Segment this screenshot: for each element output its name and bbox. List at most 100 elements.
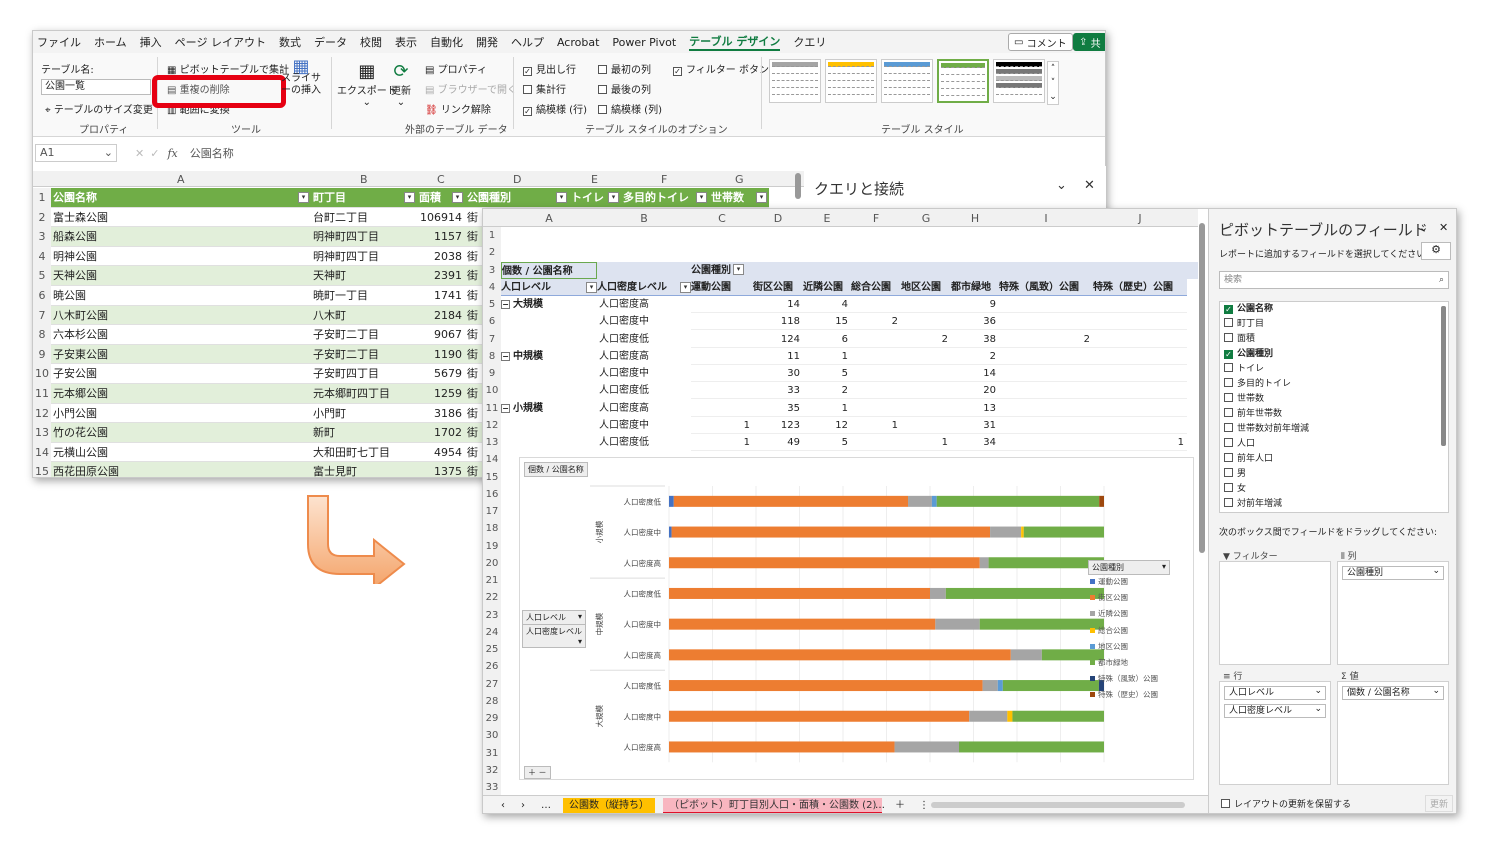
row-header[interactable]: 1 — [33, 188, 51, 208]
sheet-tab-2[interactable]: （ピボット）町丁目別人口・面積・公園数 (2) — [663, 798, 883, 813]
column-header[interactable]: B — [360, 173, 368, 186]
close-icon[interactable]: ✕ — [1084, 178, 1095, 193]
table-cell[interactable]: 3186 — [417, 404, 465, 424]
pivot-row-group[interactable]: − 中規模 — [501, 348, 597, 365]
pivot-row-label[interactable]: 人口密度中 — [597, 313, 691, 330]
pivot-value-cell[interactable]: 2 — [951, 348, 999, 365]
first-column-checkbox[interactable]: 最初の列 — [598, 61, 651, 76]
filter-dropdown-icon[interactable]: ▾ — [556, 192, 567, 203]
table-header-cell[interactable]: 公園種別 ▾ — [465, 188, 569, 208]
table-cell[interactable]: 西花田原公園 — [51, 462, 311, 477]
filter-area[interactable] — [1219, 561, 1331, 665]
pivot-value-cell[interactable] — [999, 417, 1093, 434]
filter-dropdown-icon[interactable]: ▾ — [452, 192, 463, 203]
row-header[interactable]: 27 — [483, 675, 501, 693]
pivot-value-cell[interactable] — [901, 296, 951, 313]
pivot-value-cell[interactable] — [901, 313, 951, 331]
field-checkbox[interactable] — [1224, 318, 1233, 327]
table-cell[interactable]: 2184 — [417, 305, 465, 326]
column-header[interactable]: F — [851, 212, 901, 225]
table-cell[interactable]: 元本郷町四丁目 — [311, 384, 417, 404]
table-cell[interactable]: 八木町 — [311, 305, 417, 326]
column-header[interactable]: H — [951, 212, 999, 225]
row-header[interactable]: 32 — [483, 761, 501, 779]
add-sheet-icon[interactable]: ＋ — [889, 798, 911, 813]
pivot-value-cell[interactable]: 6 — [803, 331, 851, 348]
table-cell[interactable]: 1157 — [417, 227, 465, 247]
row-header[interactable]: 4 — [483, 278, 501, 296]
scrollbar-thumb[interactable] — [795, 173, 801, 199]
pivot-value-cell[interactable] — [691, 348, 753, 365]
table-cell[interactable]: 4954 — [417, 443, 465, 463]
pivot-row-group[interactable]: − 大規模 — [501, 296, 597, 313]
column-header[interactable]: F — [661, 173, 667, 186]
filter-dropdown-icon[interactable]: ▾ — [608, 192, 619, 203]
pivot-row-label[interactable]: 人口密度低 — [597, 331, 691, 348]
pivot-summarize-button[interactable]: ▦ ピボットテーブルで集計 — [167, 61, 289, 76]
filter-dropdown-icon[interactable]: ▾ — [696, 192, 707, 203]
pivot-value-cell[interactable] — [999, 434, 1093, 451]
menu-tab[interactable]: 表示 — [395, 34, 417, 50]
table-cell[interactable]: 1375 — [417, 462, 465, 477]
menu-tab[interactable]: 校閲 — [360, 34, 382, 50]
prev-sheet-icon[interactable]: ‹ — [495, 798, 511, 813]
pivot-value-cell[interactable] — [691, 331, 753, 348]
row-header[interactable]: 7 — [33, 305, 51, 326]
pivot-value-cell[interactable]: 38 — [951, 331, 999, 348]
field-checkbox[interactable]: ✓ — [1224, 350, 1233, 359]
table-cell[interactable]: 六本杉公園 — [51, 325, 311, 345]
row-header[interactable]: 17 — [483, 503, 501, 521]
pivot-value-cell[interactable]: 12 — [803, 417, 851, 434]
row-header[interactable]: 7 — [483, 330, 501, 348]
row-header[interactable]: 18 — [483, 520, 501, 538]
field-checkbox[interactable]: ✓ — [1224, 305, 1233, 314]
menu-tab[interactable]: ホーム — [94, 34, 127, 50]
pivot-value-header[interactable]: 個数 / 公園名称 — [501, 261, 597, 279]
row-header[interactable]: 9 — [33, 344, 51, 365]
table-cell[interactable]: 小門町 — [311, 404, 417, 424]
pivot-row-group[interactable]: − 小規模 — [501, 400, 597, 417]
column-header[interactable]: E — [591, 173, 598, 186]
table-cell[interactable]: 明神公園 — [51, 247, 311, 267]
more-sheets-icon[interactable]: … — [869, 798, 891, 813]
pivot-value-cell[interactable] — [691, 400, 753, 417]
chevron-down-icon[interactable]: ⌄ — [1419, 221, 1428, 234]
field-checkbox[interactable] — [1224, 363, 1233, 372]
table-cell[interactable]: 子安公園 — [51, 364, 311, 384]
filter-dropdown-icon[interactable]: ▾ — [733, 264, 744, 275]
pivot-value-cell[interactable] — [691, 365, 753, 382]
pivot-value-cell[interactable] — [691, 313, 753, 331]
pivot-row-label[interactable]: 人口密度高 — [597, 348, 691, 365]
header-row-checkbox[interactable]: ✓ 見出し行 — [523, 61, 576, 76]
row-header[interactable]: 6 — [483, 313, 501, 331]
pivot-value-cell[interactable] — [851, 348, 901, 365]
filter-dropdown-icon[interactable]: ▾ — [298, 192, 309, 203]
row-header[interactable]: 13 — [33, 423, 51, 443]
more-sheets-icon[interactable]: … — [535, 798, 557, 813]
pivot-value-cell[interactable] — [1093, 382, 1187, 400]
pivot-value-cell[interactable] — [1093, 296, 1187, 313]
row-header[interactable]: 12 — [483, 416, 501, 434]
column-header[interactable]: G — [735, 173, 744, 186]
row-header[interactable]: 11 — [33, 384, 51, 404]
field-list-item[interactable]: 世帯数対前年増減 — [1220, 422, 1448, 437]
collapse-icon[interactable]: − — [501, 351, 510, 361]
row-header[interactable]: 25 — [483, 641, 501, 659]
table-header-cell[interactable]: 公園名称 ▾ — [51, 188, 311, 208]
pivot-value-cell[interactable] — [691, 382, 753, 400]
table-cell[interactable]: 子安町二丁目 — [311, 325, 417, 345]
row-header[interactable]: 10 — [483, 382, 501, 400]
table-cell[interactable]: 暁公園 — [51, 286, 311, 306]
pivot-column-header[interactable]: 特殊（風致）公園 — [999, 278, 1093, 296]
column-chip[interactable]: 公園種別 — [1342, 565, 1444, 580]
pivot-column-header[interactable]: 都市緑地 — [951, 278, 999, 296]
table-cell[interactable]: 台町二丁目 — [311, 208, 417, 228]
field-list-scrollbar[interactable] — [1441, 306, 1446, 446]
refresh-button[interactable]: ⟳ 更新 ⌄ — [391, 61, 411, 108]
menu-tab[interactable]: 挿入 — [140, 34, 162, 50]
menu-tab[interactable]: 開発 — [476, 34, 498, 50]
column-header[interactable]: D — [753, 212, 803, 225]
pivot-value-cell[interactable] — [851, 400, 901, 417]
style-swatch-black[interactable] — [993, 59, 1045, 103]
pivot-value-cell[interactable]: 20 — [951, 382, 999, 400]
